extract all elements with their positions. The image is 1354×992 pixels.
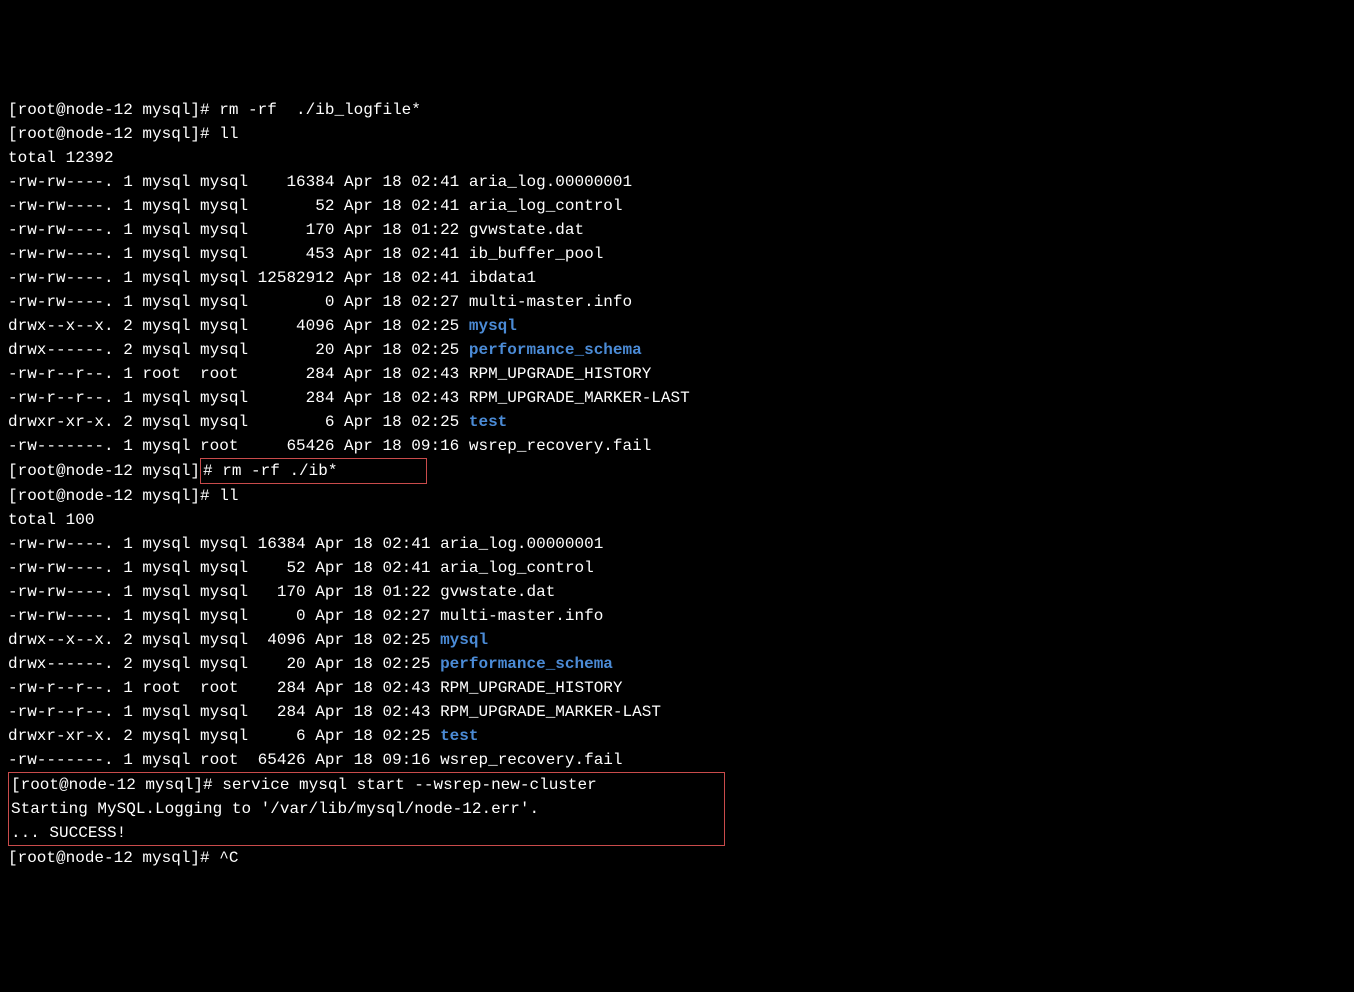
ls-row: drwxr-xr-x. 2 mysql mysql 6 Apr 18 02:25… bbox=[8, 410, 1346, 434]
ls-row: -rw-------. 1 mysql root 65426 Apr 18 09… bbox=[8, 434, 1346, 458]
file-name: wsrep_recovery.fail bbox=[469, 437, 651, 455]
ls-row: drwxr-xr-x. 2 mysql mysql 6 Apr 18 02:25… bbox=[8, 724, 1346, 748]
ls-row: -rw-rw----. 1 mysql mysql 170 Apr 18 01:… bbox=[8, 580, 1346, 604]
ls-row: -rw-r--r--. 1 mysql mysql 284 Apr 18 02:… bbox=[8, 700, 1346, 724]
ls-row: -rw-------. 1 mysql root 65426 Apr 18 09… bbox=[8, 748, 1346, 772]
file-name: wsrep_recovery.fail bbox=[440, 751, 622, 769]
file-name: aria_log.00000001 bbox=[469, 173, 632, 191]
ls-row: -rw-rw----. 1 mysql mysql 52 Apr 18 02:4… bbox=[8, 556, 1346, 580]
ls-row: drwx------. 2 mysql mysql 20 Apr 18 02:2… bbox=[8, 652, 1346, 676]
file-name: gvwstate.dat bbox=[440, 583, 555, 601]
ls-row: drwx------. 2 mysql mysql 20 Apr 18 02:2… bbox=[8, 338, 1346, 362]
directory-name: mysql bbox=[440, 631, 488, 649]
file-name: RPM_UPGRADE_MARKER-LAST bbox=[440, 703, 661, 721]
file-name: multi-master.info bbox=[469, 293, 632, 311]
ls-row: -rw-r--r--. 1 root root 284 Apr 18 02:43… bbox=[8, 676, 1346, 700]
ls-row: -rw-rw----. 1 mysql mysql 12582912 Apr 1… bbox=[8, 266, 1346, 290]
file-name: ibdata1 bbox=[469, 269, 536, 287]
directory-name: performance_schema bbox=[440, 655, 613, 673]
command-line: [root@node-12 mysql]# ll bbox=[8, 122, 1346, 146]
ls-row: -rw-r--r--. 1 root root 284 Apr 18 02:43… bbox=[8, 362, 1346, 386]
terminal-output[interactable]: [root@node-12 mysql]# rm -rf ./ib_logfil… bbox=[8, 98, 1346, 870]
command-line: [root@node-12 mysql]# rm -rf ./ib* bbox=[8, 458, 1346, 484]
ls-row: -rw-rw----. 1 mysql mysql 0 Apr 18 02:27… bbox=[8, 604, 1346, 628]
output-line: ... SUCCESS! bbox=[11, 821, 722, 845]
output-line: Starting MySQL.Logging to '/var/lib/mysq… bbox=[11, 797, 722, 821]
command-line: [root@node-12 mysql]# ll bbox=[8, 484, 1346, 508]
file-name: aria_log.00000001 bbox=[440, 535, 603, 553]
ls-row: -rw-rw----. 1 mysql mysql 170 Apr 18 01:… bbox=[8, 218, 1346, 242]
command-line: [root@node-12 mysql]# rm -rf ./ib_logfil… bbox=[8, 98, 1346, 122]
file-name: gvwstate.dat bbox=[469, 221, 584, 239]
ls-row: -rw-rw----. 1 mysql mysql 0 Apr 18 02:27… bbox=[8, 290, 1346, 314]
highlighted-command: # rm -rf ./ib* bbox=[200, 458, 427, 484]
output-line: total 12392 bbox=[8, 146, 1346, 170]
ls-row: -rw-r--r--. 1 mysql mysql 284 Apr 18 02:… bbox=[8, 386, 1346, 410]
ls-row: drwx--x--x. 2 mysql mysql 4096 Apr 18 02… bbox=[8, 314, 1346, 338]
file-name: RPM_UPGRADE_MARKER-LAST bbox=[469, 389, 690, 407]
file-name: aria_log_control bbox=[440, 559, 594, 577]
ls-row: -rw-rw----. 1 mysql mysql 52 Apr 18 02:4… bbox=[8, 194, 1346, 218]
file-name: ib_buffer_pool bbox=[469, 245, 603, 263]
command-line: [root@node-12 mysql]# ^C bbox=[8, 846, 1346, 870]
directory-name: test bbox=[440, 727, 478, 745]
output-line: total 100 bbox=[8, 508, 1346, 532]
directory-name: mysql bbox=[469, 317, 517, 335]
ls-row: -rw-rw----. 1 mysql mysql 453 Apr 18 02:… bbox=[8, 242, 1346, 266]
directory-name: test bbox=[469, 413, 507, 431]
file-name: RPM_UPGRADE_HISTORY bbox=[469, 365, 651, 383]
ls-row: drwx--x--x. 2 mysql mysql 4096 Apr 18 02… bbox=[8, 628, 1346, 652]
ls-row: -rw-rw----. 1 mysql mysql 16384 Apr 18 0… bbox=[8, 532, 1346, 556]
file-name: multi-master.info bbox=[440, 607, 603, 625]
highlighted-block: [root@node-12 mysql]# service mysql star… bbox=[8, 772, 725, 846]
directory-name: performance_schema bbox=[469, 341, 642, 359]
file-name: aria_log_control bbox=[469, 197, 623, 215]
ls-row: -rw-rw----. 1 mysql mysql 16384 Apr 18 0… bbox=[8, 170, 1346, 194]
file-name: RPM_UPGRADE_HISTORY bbox=[440, 679, 622, 697]
